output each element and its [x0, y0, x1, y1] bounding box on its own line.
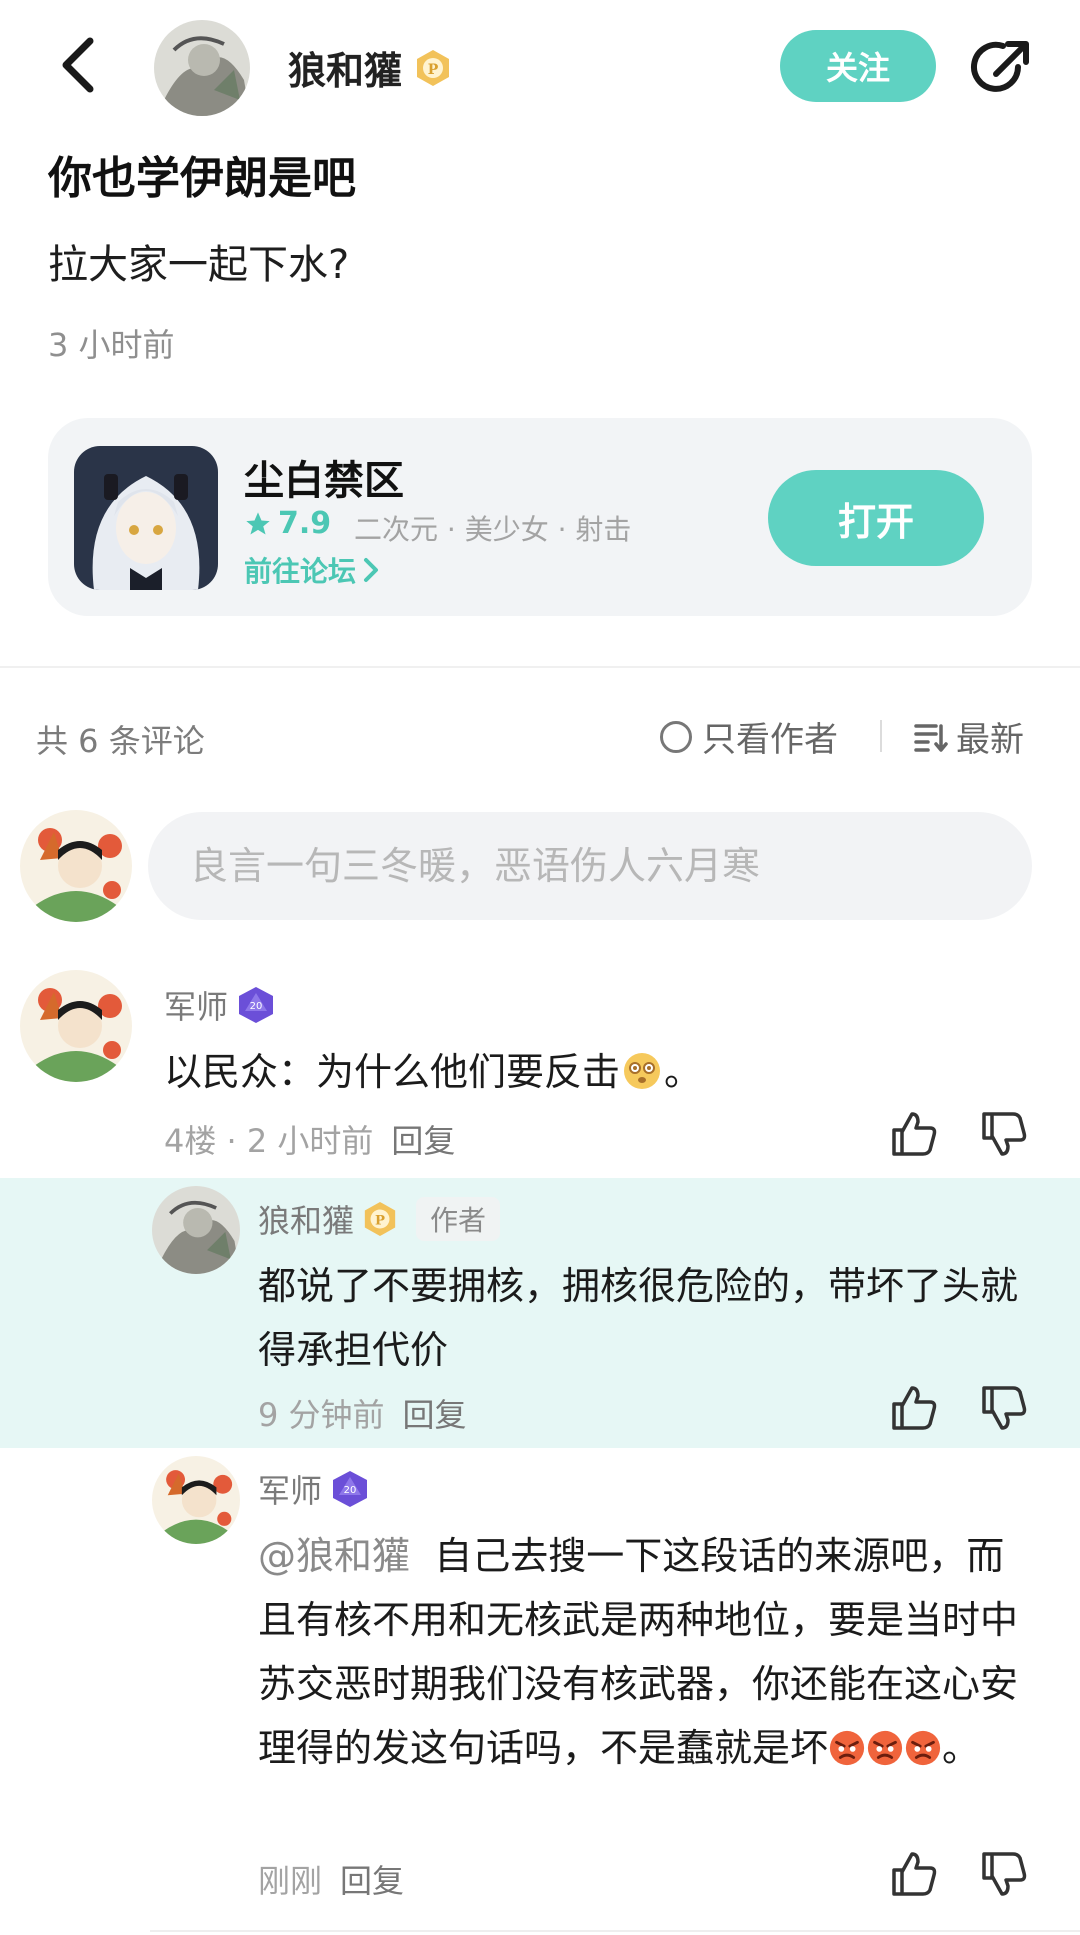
svg-text:20: 20	[250, 1001, 263, 1012]
thumbs-down-icon[interactable]	[978, 1848, 1030, 1900]
reply-button[interactable]: 回复	[391, 1122, 455, 1160]
star-icon	[246, 511, 270, 534]
reply-text: 都说了不要拥核，拥核很危险的，带坏了头就得承担代价	[258, 1264, 1019, 1372]
author-name: 狼和獾	[288, 49, 403, 93]
verified-gold-icon: P	[364, 1201, 396, 1237]
comment-user-name: 军师	[164, 988, 229, 1026]
post-title: 你也学伊朗是吧	[48, 153, 356, 204]
reply-button[interactable]: 回复	[340, 1862, 404, 1900]
chevron-right-icon	[364, 558, 379, 582]
forum-link-label: 前往论坛	[244, 555, 357, 588]
reply-avatar[interactable]	[152, 1186, 240, 1274]
thumbs-up-icon[interactable]	[888, 1848, 940, 1900]
comment-count: 共 6 条评论	[36, 722, 205, 760]
share-button[interactable]	[966, 34, 1036, 104]
emoji-angry-icon	[829, 1730, 865, 1766]
author-name-row[interactable]: 狼和獾 P	[288, 40, 452, 95]
reply-user[interactable]: 狼和獾 P 作者	[258, 1196, 501, 1242]
reply-user[interactable]: 军师 20	[258, 1466, 370, 1512]
open-game-button[interactable]: 打开	[768, 470, 984, 566]
back-arrow-icon	[62, 37, 94, 93]
sort-button[interactable]: 最新	[914, 712, 1024, 761]
reply-avatar[interactable]	[152, 1456, 240, 1544]
comment-text: 以民众：为什么他们要反击。	[164, 1040, 1024, 1104]
sort-lines-icon	[914, 723, 948, 752]
dice-badge-icon: 20	[333, 1471, 368, 1507]
thumbs-up-icon[interactable]	[888, 1108, 940, 1160]
comment-text-suffix: 。	[664, 1050, 703, 1094]
reply-button[interactable]: 回复	[403, 1396, 467, 1434]
dice-badge-icon: 20	[239, 987, 274, 1023]
comment-user[interactable]: 军师 20	[164, 982, 276, 1028]
game-name: 尘白禁区	[244, 458, 404, 504]
post-time: 3 小时前	[48, 326, 175, 364]
reply-text-suffix: 。	[942, 1726, 981, 1770]
my-avatar	[20, 810, 132, 922]
radio-circle-icon	[660, 720, 692, 753]
emoji-angry-icon	[867, 1730, 903, 1766]
share-icon	[971, 41, 1029, 92]
post-body: 拉大家一起下水?	[48, 242, 350, 288]
mention-link[interactable]: @狼和獾	[258, 1534, 410, 1578]
reply-time: 刚刚	[258, 1862, 323, 1900]
author-avatar[interactable]	[154, 20, 250, 116]
reply-meta: 9 分钟前 回复	[258, 1390, 467, 1436]
svg-text:20: 20	[344, 1485, 357, 1496]
svg-text:P: P	[375, 1214, 385, 1229]
reply-text: @狼和獾 自己去搜一下这段话的来源吧，而且有核不用和无核武是两种地位，要是当时中…	[258, 1524, 1038, 1780]
section-divider	[0, 666, 1080, 668]
game-icon[interactable]	[74, 446, 218, 590]
reply-time: 9 分钟前	[258, 1396, 385, 1434]
filter-separator	[880, 720, 882, 752]
svg-text:P: P	[428, 62, 439, 78]
bottom-divider	[150, 1930, 1080, 1932]
reply-meta: 刚刚 回复	[258, 1856, 404, 1902]
emoji-angry-icon	[905, 1730, 941, 1766]
thumbs-down-icon[interactable]	[978, 1382, 1030, 1434]
author-tag: 作者	[416, 1197, 501, 1241]
game-rating-value: 7.9	[278, 506, 332, 541]
reply-user-name: 狼和獾	[258, 1202, 355, 1240]
game-tags: 二次元 · 美少女 · 射击	[354, 513, 632, 546]
reply-user-name: 军师	[258, 1472, 323, 1510]
back-button[interactable]	[48, 30, 108, 100]
sort-label: 最新	[956, 720, 1024, 760]
forum-link[interactable]: 前往论坛	[244, 550, 380, 590]
follow-button[interactable]: 关注	[780, 30, 936, 102]
thumbs-up-icon[interactable]	[888, 1382, 940, 1434]
emoji-dizzy-icon	[624, 1053, 661, 1089]
comment-floor-time: 4楼 · 2 小时前	[164, 1122, 374, 1160]
comment-text-body: 以民众：为什么他们要反击	[164, 1050, 621, 1094]
author-only-label: 只看作者	[702, 720, 838, 760]
comment-meta: 4楼 · 2 小时前 回复	[164, 1116, 455, 1162]
game-rating: 7.9	[244, 506, 331, 541]
comment-input[interactable]	[148, 812, 1032, 920]
thumbs-down-icon[interactable]	[978, 1108, 1030, 1160]
comment-avatar[interactable]	[20, 970, 132, 1082]
author-only-toggle[interactable]: 只看作者	[660, 712, 838, 761]
verified-gold-icon: P	[417, 49, 450, 86]
